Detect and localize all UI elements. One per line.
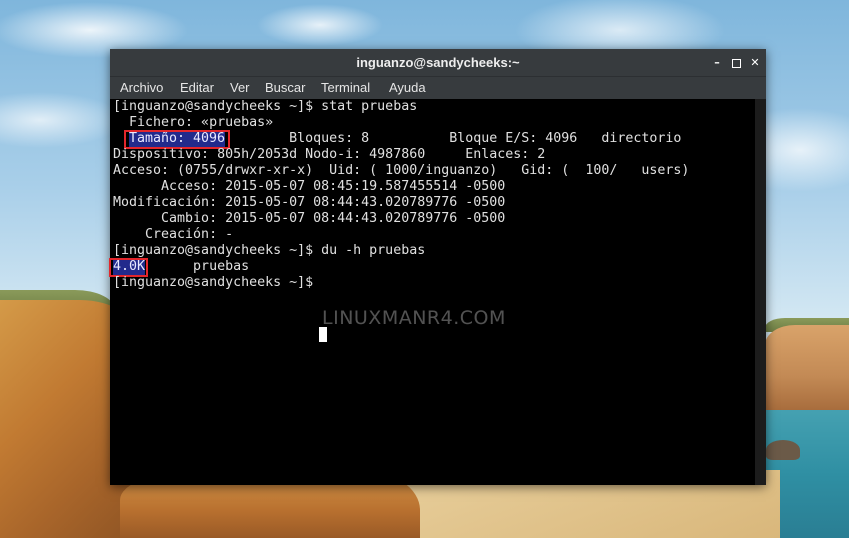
menu-ayuda[interactable]: Ayuda: [389, 77, 426, 99]
terminal-line: Cambio: 2015-05-07 08:44:43.020789776 -0…: [113, 211, 506, 226]
terminal-window: inguanzo@sandycheeks:~ – ✕ Archivo Edita…: [109, 49, 766, 485]
terminal-line: Acceso: 2015-05-07 08:45:19.587455514 -0…: [113, 179, 506, 194]
terminal-line: Creación: -: [113, 227, 234, 242]
menu-terminal[interactable]: Terminal: [321, 77, 370, 99]
terminal-line: [inguanzo@sandycheeks ~]$ stat pruebas: [113, 99, 418, 114]
terminal-output[interactable]: [inguanzo@sandycheeks ~]$ stat pruebas F…: [109, 99, 755, 485]
scrollbar[interactable]: [755, 99, 766, 485]
watermark: LINUXMANR4.COM: [322, 307, 506, 329]
title-bar[interactable]: inguanzo@sandycheeks:~ – ✕: [110, 49, 766, 76]
terminal-line: Modificación: 2015-05-07 08:44:43.020789…: [113, 195, 506, 210]
menu-buscar[interactable]: Buscar: [265, 77, 305, 99]
wallpaper-cliff-right: [765, 325, 849, 410]
terminal-line: [inguanzo@sandycheeks ~]$ du -h pruebas: [113, 243, 426, 258]
terminal-prompt: [inguanzo@sandycheeks ~]$: [113, 275, 322, 290]
window-title: inguanzo@sandycheeks:~: [356, 55, 520, 70]
menu-bar: Archivo Editar Ver Buscar Terminal Ayuda: [110, 76, 766, 99]
menu-ver[interactable]: Ver: [230, 77, 250, 99]
wallpaper-rock: [766, 440, 800, 460]
close-button[interactable]: ✕: [744, 49, 766, 76]
maximize-icon: [731, 58, 741, 68]
menu-archivo[interactable]: Archivo: [120, 77, 163, 99]
menu-editar[interactable]: Editar: [180, 77, 214, 99]
text-cursor: [319, 327, 327, 342]
terminal-line: Dispositivo: 805h/2053d Nodo-i: 4987860 …: [113, 147, 546, 162]
terminal-line: Acceso: (0755/drwxr-xr-x) Uid: ( 1000/in…: [113, 163, 690, 178]
terminal-line: Fichero: «pruebas»: [113, 115, 274, 130]
